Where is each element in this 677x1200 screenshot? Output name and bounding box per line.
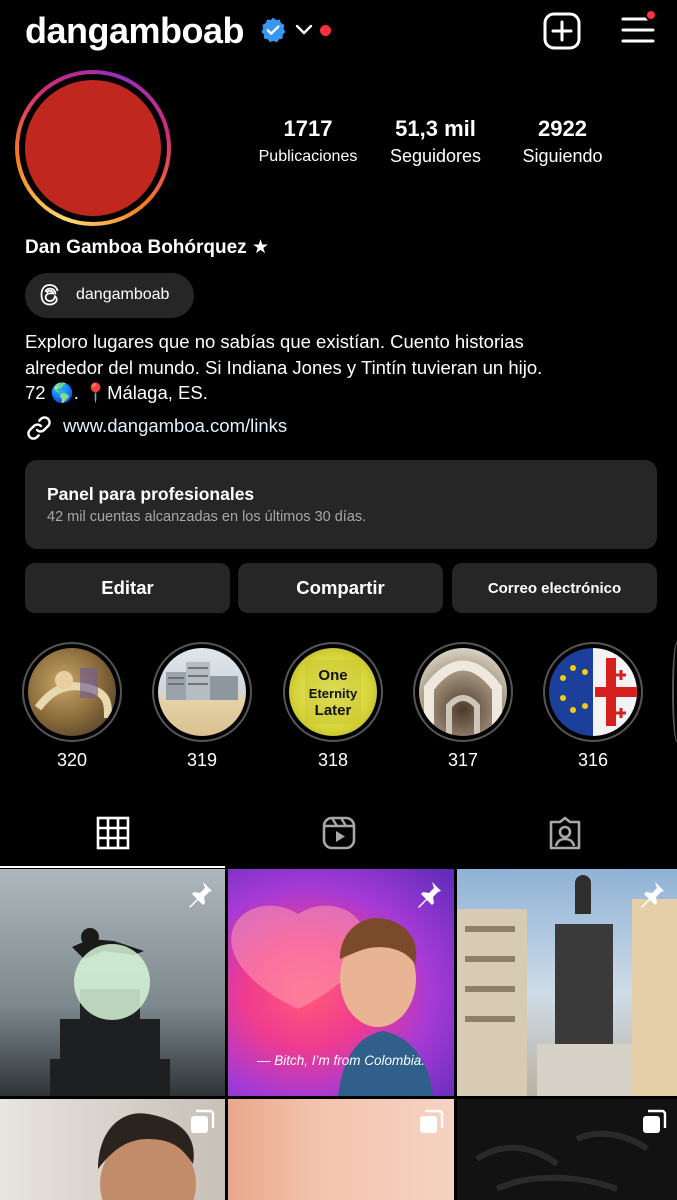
avatar-story-ring[interactable] [15, 70, 171, 226]
notification-dot [320, 25, 331, 36]
post-thumbnail[interactable] [0, 869, 225, 1096]
menu-notification-dot [645, 9, 657, 21]
stat-following[interactable]: 2922 Siguiendo [510, 116, 615, 167]
tab-tagged[interactable] [452, 800, 677, 868]
profile-tabs [0, 800, 677, 868]
panel-subtitle: 42 mil cuentas alcanzadas en los últimos… [47, 509, 367, 525]
email-button[interactable]: Correo electrónico [452, 563, 657, 613]
carousel-icon [420, 1109, 444, 1133]
professional-dashboard-card[interactable]: Panel para profesionales 42 mil cuentas … [25, 460, 657, 549]
post-thumbnail[interactable] [457, 1099, 677, 1200]
highlight-label: 316 [577, 750, 609, 770]
bio: Exploro lugares que no sabías que existí… [25, 329, 645, 406]
bio-line: 72 🌎. 📍Málaga, ES. [25, 382, 208, 403]
stat-value: 1717 [283, 116, 333, 141]
stat-label: Publicaciones [258, 148, 358, 165]
threads-badge-button[interactable]: dangamboab [25, 273, 194, 318]
highlight-label: 319 [186, 750, 218, 770]
tab-grid[interactable] [0, 800, 225, 868]
highlight-cover [419, 648, 507, 736]
stat-value: 2922 [538, 116, 587, 141]
carousel-icon [191, 1109, 215, 1133]
pin-icon [418, 882, 441, 908]
highlight-cover [549, 648, 637, 736]
stat-label: Siguiendo [522, 146, 603, 166]
stat-value: 51,3 mil [395, 116, 476, 141]
tab-reels[interactable] [226, 800, 451, 868]
highlight-label: 320 [56, 750, 88, 770]
chevron-down-icon[interactable] [294, 22, 314, 38]
highlight-label: 318 [317, 750, 349, 770]
highlight-title-line: One [318, 667, 347, 684]
pin-icon [189, 882, 212, 908]
profile-link[interactable]: www.dangamboa.com/links [63, 415, 287, 437]
bio-line: alrededor del mundo. Si Indiana Jones y … [25, 356, 543, 378]
highlight-title-line: Later [315, 702, 352, 719]
profile-header: dangamboab [0, 0, 677, 64]
post-thumbnail[interactable]: — Bitch, I’m from Colombia. [228, 869, 454, 1096]
post-thumbnail[interactable] [457, 869, 677, 1096]
stat-posts[interactable]: 1717 Publicaciones [248, 116, 368, 166]
stat-followers[interactable]: 51,3 mil Seguidores [378, 116, 493, 167]
highlight-cover [158, 648, 246, 736]
avatar [25, 80, 161, 216]
threads-handle: dangamboab [76, 286, 170, 303]
link-icon [27, 416, 51, 440]
username[interactable]: dangamboab [25, 10, 245, 52]
post-thumbnail[interactable] [228, 1099, 454, 1200]
edit-profile-button[interactable]: Editar [25, 563, 230, 613]
reels-icon [322, 816, 356, 850]
story-highlight-partial[interactable] [672, 642, 677, 742]
highlight-title-line: Eternity [309, 686, 358, 701]
threads-icon [40, 284, 59, 306]
full-name: Dan Gamboa Bohórquez ★ [25, 237, 269, 258]
highlight-cover [28, 648, 116, 736]
new-post-icon[interactable] [543, 12, 581, 50]
highlight-label: 317 [447, 750, 479, 770]
tagged-icon [549, 816, 581, 850]
panel-title: Panel para profesionales [47, 484, 255, 504]
highlight-cover: One Eternity Later [289, 648, 377, 736]
bio-line: Exploro lugares que no sabías que existí… [25, 331, 524, 352]
stat-label: Seguidores [389, 146, 482, 166]
verified-badge-icon [261, 17, 286, 43]
carousel-icon [643, 1109, 667, 1133]
grid-icon [96, 816, 130, 850]
post-caption: — Bitch, I’m from Colombia. [256, 1053, 426, 1068]
post-thumbnail[interactable] [0, 1099, 225, 1200]
pin-icon [641, 882, 664, 908]
share-profile-button[interactable]: Compartir [238, 563, 443, 613]
